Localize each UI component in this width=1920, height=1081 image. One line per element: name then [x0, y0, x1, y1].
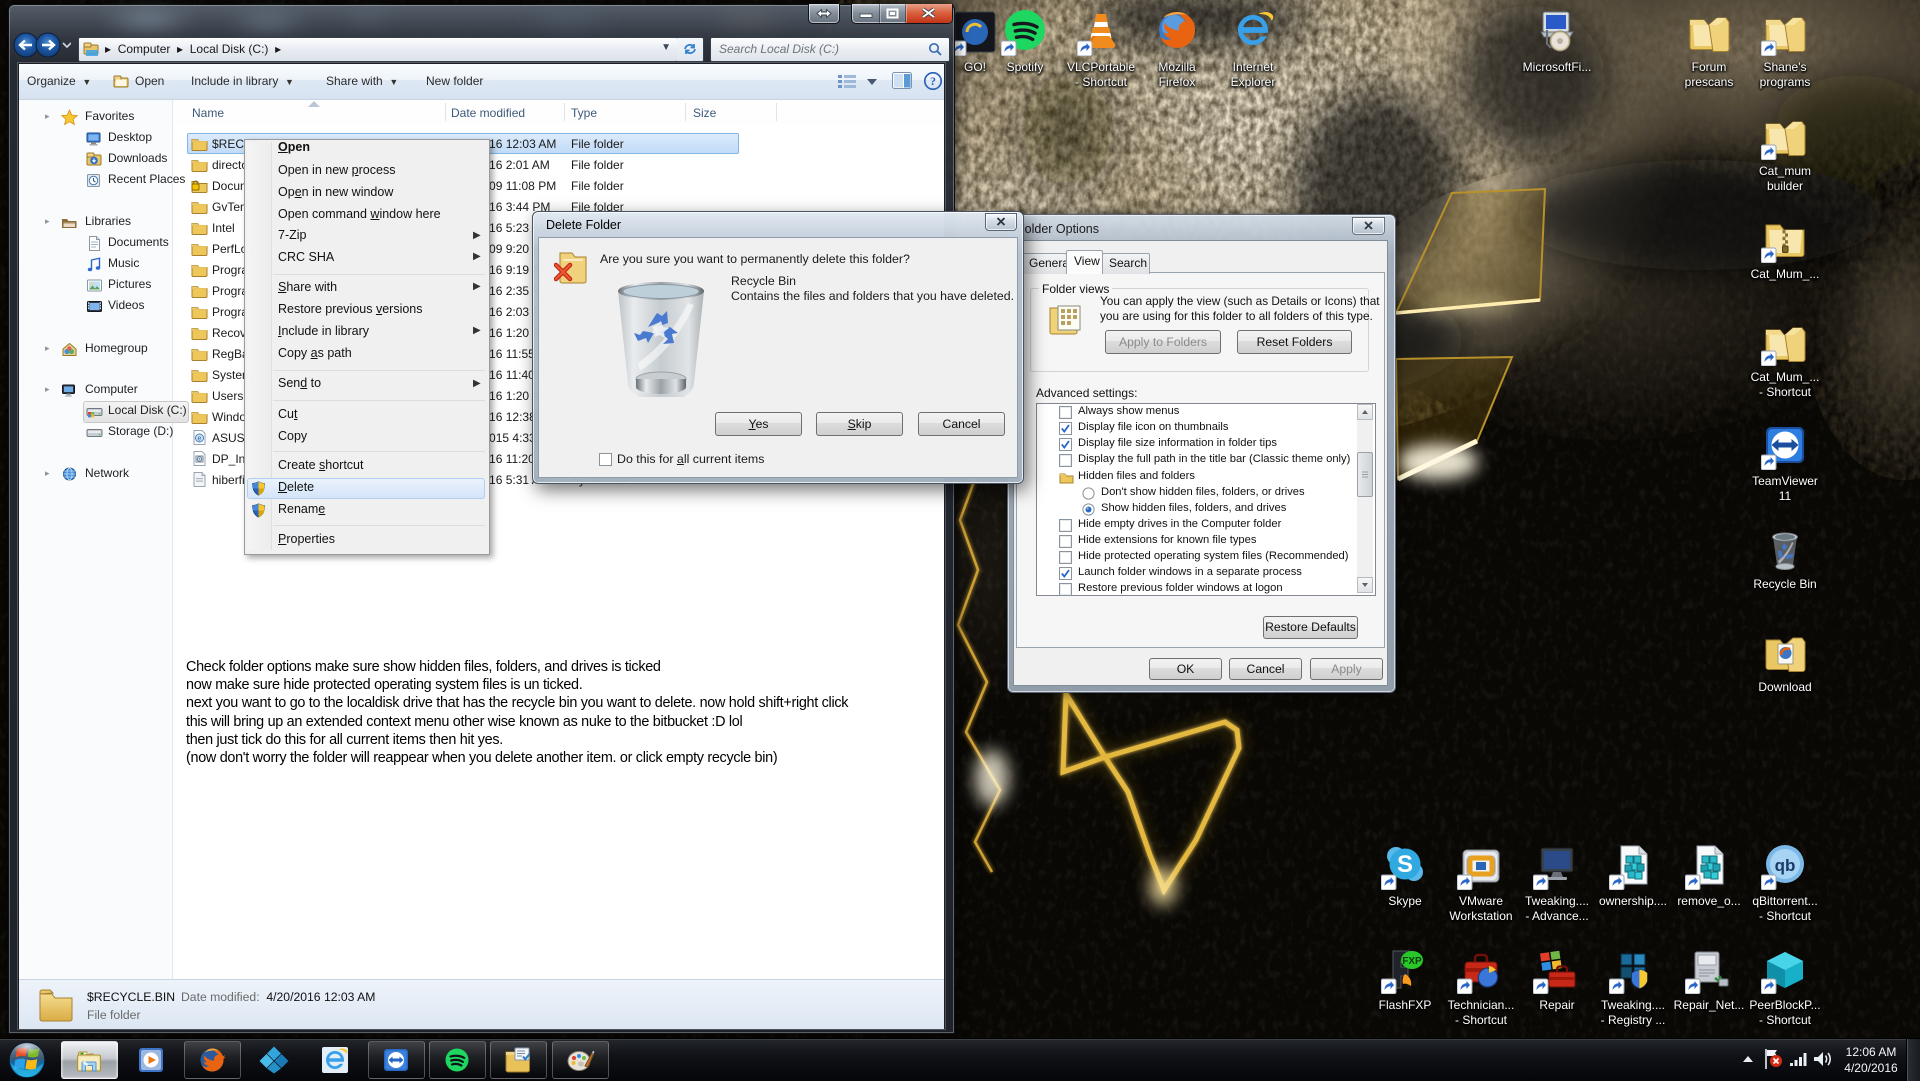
svg-text:S: S [1397, 851, 1413, 878]
svg-text:qb: qb [1775, 856, 1796, 875]
svg-text:FXP: FXP [1402, 956, 1422, 967]
svg-text:?: ? [930, 74, 936, 88]
svg-text:e: e [198, 436, 202, 443]
